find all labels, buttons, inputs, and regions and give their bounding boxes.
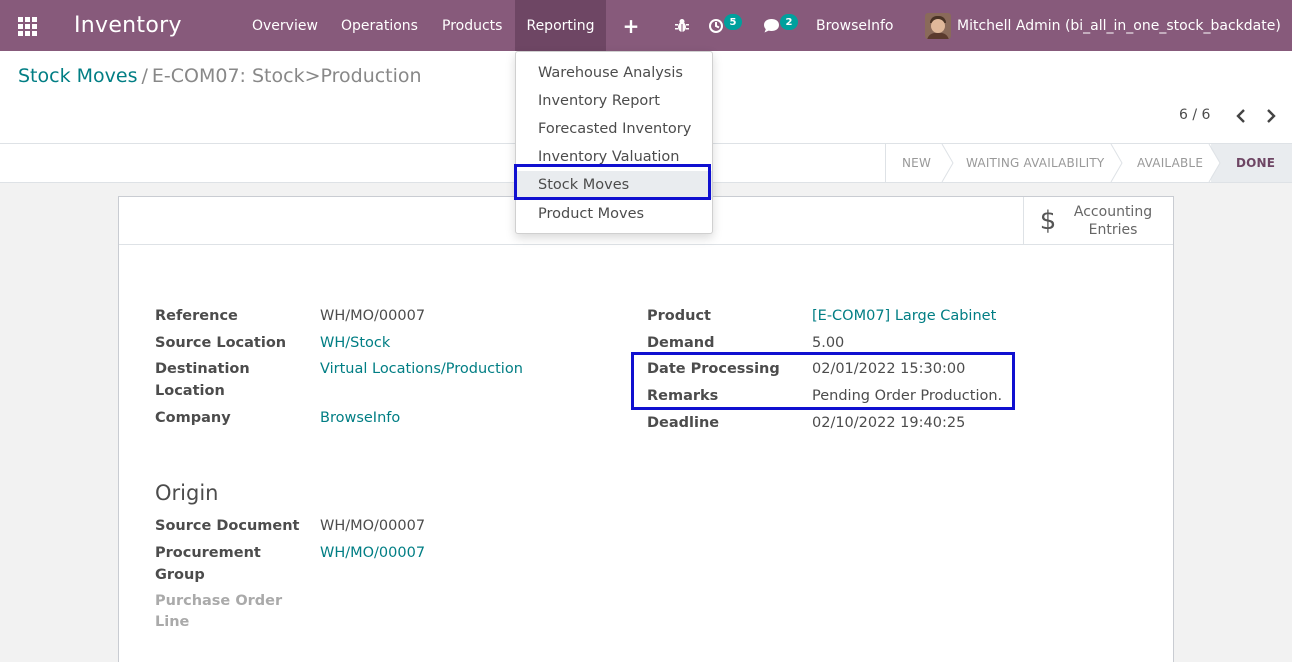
company-switcher[interactable]: BrowseInfo <box>816 0 893 51</box>
stage-new[interactable]: NEW <box>902 144 931 182</box>
date-processing-value: 02/01/2022 15:30:00 <box>812 361 966 377</box>
stage-waiting-availability[interactable]: WAITING AVAILABILITY <box>966 144 1104 182</box>
demand-label: Demand <box>647 335 715 351</box>
deadline-label: Deadline <box>647 415 720 431</box>
source-document-label: Source Document <box>155 518 300 534</box>
apps-grid-icon[interactable] <box>18 0 38 51</box>
dollar-icon: $ <box>1039 206 1057 236</box>
breadcrumb: Stock Moves / E-COM07: Stock>Production <box>18 65 422 87</box>
pol-label-line1: Purchase Order <box>155 593 283 609</box>
menu-operations[interactable]: Operations <box>330 0 429 51</box>
demand-value: 5.00 <box>812 335 845 351</box>
remarks-value: Pending Order Production. <box>812 388 1003 404</box>
reference-label: Reference <box>155 308 238 324</box>
menu-overview[interactable]: Overview <box>241 0 329 51</box>
stage-divider <box>1208 144 1221 182</box>
source-location-link[interactable]: WH/Stock <box>320 332 390 354</box>
date-processing-label: Date Processing <box>647 361 780 377</box>
pager-value[interactable]: 6 / 6 <box>1179 107 1210 123</box>
stage-available[interactable]: AVAILABLE <box>1137 144 1203 182</box>
breadcrumb-separator: / <box>141 65 148 87</box>
company-label: Company <box>155 410 231 426</box>
user-avatar <box>925 12 951 39</box>
destination-location-link[interactable]: Virtual Locations/Production <box>320 358 523 380</box>
chevron-right-icon[interactable] <box>1263 107 1279 125</box>
top-navbar: Inventory Overview Operations Products R… <box>0 0 1292 51</box>
menu-item-forecasted-inventory[interactable]: Forecasted Inventory <box>516 115 712 143</box>
activity-clock-icon[interactable]: 5 <box>708 0 744 51</box>
menu-reporting[interactable]: Reporting <box>515 0 606 51</box>
chat-icon[interactable]: 2 <box>763 0 799 51</box>
chevron-left-icon[interactable] <box>1233 107 1249 125</box>
user-name: Mitchell Admin (bi_all_in_one_stock_back… <box>957 17 1281 34</box>
destination-label-line2: Location <box>155 383 225 399</box>
procurement-label-line2: Group <box>155 567 205 583</box>
remarks-label: Remarks <box>647 388 719 404</box>
menu-item-inventory-valuation[interactable]: Inventory Valuation <box>516 143 712 171</box>
menu-products[interactable]: Products <box>431 0 513 51</box>
menu-item-stock-moves[interactable]: Stock Moves <box>516 171 712 199</box>
stage-divider <box>941 144 954 182</box>
product-label: Product <box>647 308 711 324</box>
message-count-badge: 2 <box>780 14 798 30</box>
menu-item-inventory-report[interactable]: Inventory Report <box>516 87 712 115</box>
menu-item-product-moves[interactable]: Product Moves <box>516 200 712 228</box>
accounting-entries-label-2: Entries <box>1088 222 1138 238</box>
bug-icon[interactable] <box>673 0 691 51</box>
origin-section-title: Origin <box>155 481 219 505</box>
company-link[interactable]: BrowseInfo <box>320 407 400 429</box>
form-sheet: $ Accounting Entries Reference WH/MO/000… <box>118 196 1174 662</box>
user-menu[interactable]: Mitchell Admin (bi_all_in_one_stock_back… <box>925 0 1281 51</box>
plus-icon[interactable]: + <box>618 0 644 51</box>
app-title[interactable]: Inventory <box>74 0 182 51</box>
accounting-entries-button[interactable]: $ Accounting Entries <box>1023 197 1173 245</box>
procurement-group-link[interactable]: WH/MO/00007 <box>320 542 425 564</box>
destination-location-label: Destination Location <box>155 358 250 402</box>
activity-count-badge: 5 <box>724 14 742 30</box>
breadcrumb-current: E-COM07: Stock>Production <box>151 65 422 87</box>
reference-value: WH/MO/00007 <box>320 308 426 324</box>
purchase-order-line-label: Purchase Order Line <box>155 591 282 633</box>
stage-done[interactable]: DONE <box>1211 144 1292 182</box>
reporting-dropdown-menu: Warehouse Analysis Inventory Report Fore… <box>515 51 713 234</box>
product-link[interactable]: [E-COM07] Large Cabinet <box>812 305 996 327</box>
breadcrumb-stock-moves[interactable]: Stock Moves <box>18 65 137 87</box>
procurement-group-label: Procurement Group <box>155 542 261 586</box>
accounting-entries-label-1: Accounting <box>1073 204 1153 220</box>
deadline-value: 02/10/2022 19:40:25 <box>812 415 966 431</box>
procurement-label-line1: Procurement <box>155 545 261 561</box>
destination-label-line1: Destination <box>155 361 250 377</box>
source-location-label: Source Location <box>155 335 287 351</box>
stage-divider <box>1110 144 1123 182</box>
pol-label-line2: Line <box>155 614 190 630</box>
source-document-value: WH/MO/00007 <box>320 518 426 534</box>
menu-item-warehouse-analysis[interactable]: Warehouse Analysis <box>516 59 712 87</box>
